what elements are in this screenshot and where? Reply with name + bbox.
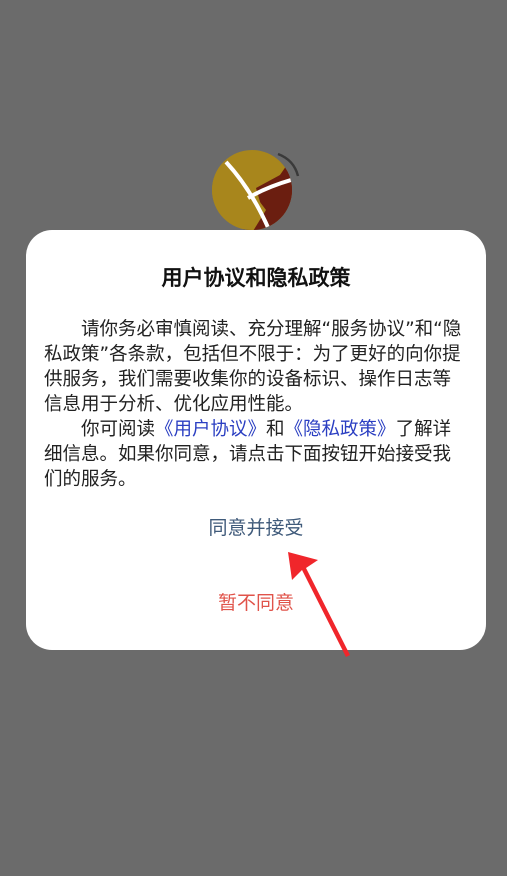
- dialog-paragraph-1: 请你务必审慎阅读、充分理解“服务协议”和“隐私政策”各条款，包括但不限于：为了更…: [44, 319, 462, 415]
- dialog-body: 请你务必审慎阅读、充分理解“服务协议”和“隐私政策”各条款，包括但不限于：为了更…: [44, 317, 468, 492]
- decline-button[interactable]: 暂不同意: [156, 586, 356, 620]
- privacy-policy-link[interactable]: 《隐私政策》: [285, 419, 396, 440]
- agree-button[interactable]: 同意并接受: [156, 511, 356, 545]
- app-logo-icon: [212, 150, 300, 230]
- paragraph-2-and: 和: [266, 419, 285, 440]
- dialog-title: 用户协议和隐私政策: [161, 266, 351, 290]
- paragraph-2-prefix: 你可阅读: [81, 419, 156, 440]
- dialog-paragraph-2: 你可阅读《用户协议》和《隐私政策》了解详细信息。如果你同意，请点击下面按钮开始接…: [44, 417, 468, 492]
- privacy-dialog: 用户协议和隐私政策 请你务必审慎阅读、充分理解“服务协议”和“隐私政策”各条款，…: [26, 230, 486, 650]
- user-agreement-link[interactable]: 《用户协议》: [155, 419, 266, 440]
